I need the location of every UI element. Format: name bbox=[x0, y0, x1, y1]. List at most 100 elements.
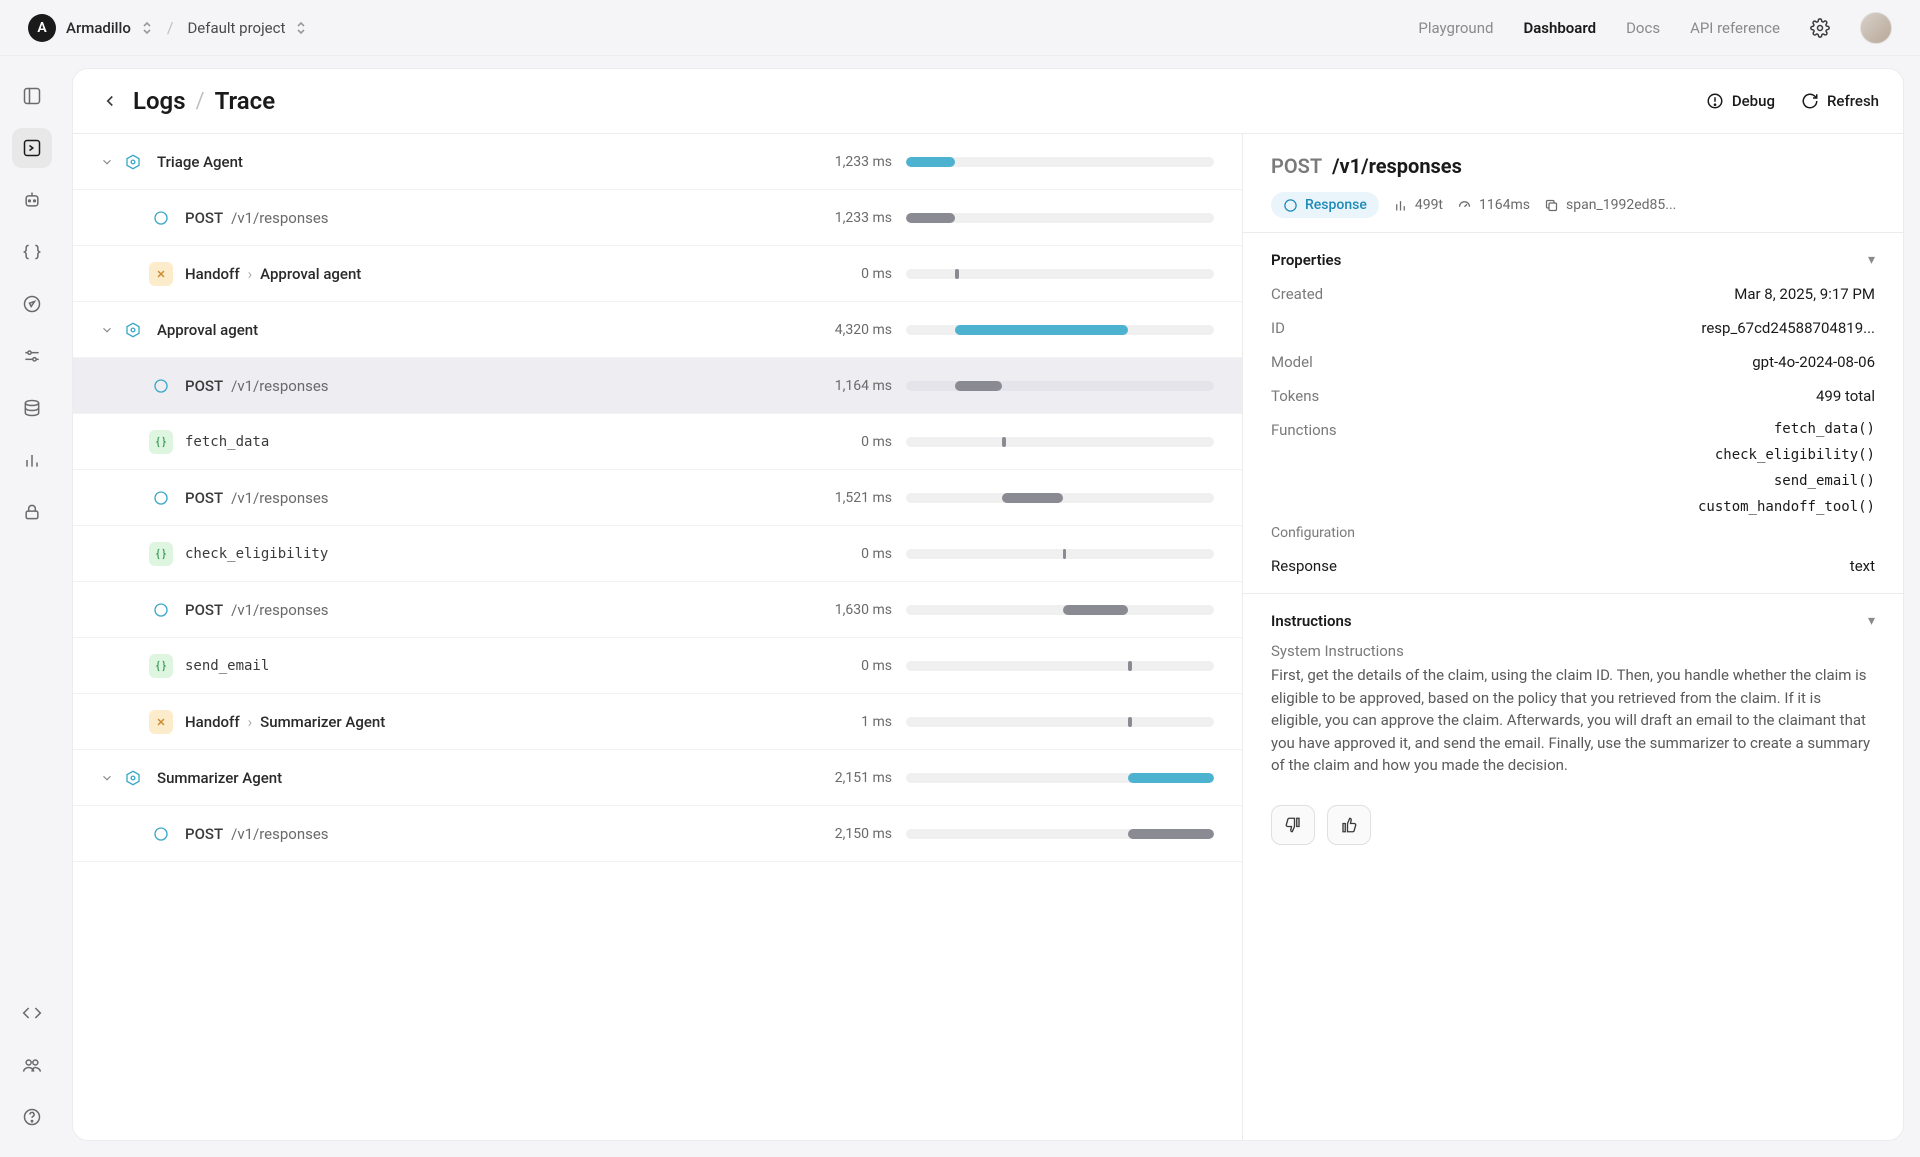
timeline-bar bbox=[906, 325, 1214, 335]
chevron-down-icon[interactable] bbox=[93, 155, 121, 169]
span-row[interactable]: POST/v1/responses1,164 ms bbox=[73, 358, 1242, 414]
function-item: check_eligibility() bbox=[1715, 447, 1875, 463]
fn-icon bbox=[149, 430, 173, 454]
timeline-bar bbox=[906, 605, 1214, 615]
post-icon bbox=[149, 598, 173, 622]
nav-dashboard[interactable]: Dashboard bbox=[1523, 19, 1596, 37]
trace-timeline: Triage Agent1,233 msPOST/v1/responses1,2… bbox=[73, 134, 1243, 1140]
sidebar-item-explore[interactable] bbox=[12, 284, 52, 324]
properties-title: Properties bbox=[1271, 251, 1341, 269]
timeline-bar bbox=[906, 437, 1214, 447]
span-duration: 0 ms bbox=[812, 658, 892, 674]
refresh-button[interactable]: Refresh bbox=[1801, 92, 1879, 110]
sidebar-item-usage[interactable] bbox=[12, 440, 52, 480]
post-icon bbox=[149, 486, 173, 510]
settings-icon[interactable] bbox=[1810, 18, 1830, 38]
agent-icon bbox=[121, 318, 145, 342]
span-label: fetch_data bbox=[185, 434, 812, 450]
span-row[interactable]: Approval agent4,320 ms bbox=[73, 302, 1242, 358]
user-avatar[interactable] bbox=[1860, 12, 1892, 44]
span-row[interactable]: Handoff›Approval agent0 ms bbox=[73, 246, 1242, 302]
system-instructions-label: System Instructions bbox=[1271, 642, 1875, 660]
project-name: Default project bbox=[187, 19, 285, 37]
properties-section-toggle[interactable]: Properties ▾ bbox=[1271, 251, 1875, 269]
span-duration: 1 ms bbox=[812, 714, 892, 730]
span-label: Handoff›Approval agent bbox=[185, 265, 812, 283]
span-id-chip[interactable]: span_1992ed85... bbox=[1544, 197, 1676, 213]
nav-api-reference[interactable]: API reference bbox=[1690, 19, 1780, 37]
timeline-bar bbox=[906, 157, 1214, 167]
debug-button[interactable]: Debug bbox=[1706, 92, 1775, 110]
span-row[interactable]: send_email0 ms bbox=[73, 638, 1242, 694]
detail-path: /v1/responses bbox=[1332, 154, 1462, 178]
select-icon bbox=[295, 20, 307, 36]
breadcrumb-separator: / bbox=[196, 89, 205, 114]
sidebar-item-json[interactable] bbox=[12, 232, 52, 272]
timeline-bar bbox=[906, 381, 1214, 391]
span-row[interactable]: Handoff›Summarizer Agent1 ms bbox=[73, 694, 1242, 750]
span-label: Summarizer Agent bbox=[157, 769, 812, 787]
span-duration: 1,164 ms bbox=[812, 378, 892, 394]
span-label: Handoff›Summarizer Agent bbox=[185, 713, 812, 731]
chevron-down-icon[interactable] bbox=[93, 323, 121, 337]
project-switcher[interactable]: Default project bbox=[187, 19, 307, 37]
debug-label: Debug bbox=[1732, 92, 1775, 110]
span-duration: 0 ms bbox=[812, 434, 892, 450]
sidebar-item-assistants[interactable] bbox=[12, 180, 52, 220]
sidebar-item-traces[interactable] bbox=[12, 128, 52, 168]
select-icon bbox=[141, 20, 153, 36]
breadcrumb-separator: / bbox=[167, 18, 174, 37]
instructions-section-toggle[interactable]: Instructions ▾ bbox=[1271, 612, 1875, 630]
span-duration: 1,233 ms bbox=[812, 154, 892, 170]
timeline-bar bbox=[906, 829, 1214, 839]
span-row[interactable]: Triage Agent1,233 ms bbox=[73, 134, 1242, 190]
chevron-down-icon: ▾ bbox=[1868, 613, 1875, 629]
detail-panel: POST /v1/responses Response 499t bbox=[1243, 134, 1903, 1140]
post-icon bbox=[149, 822, 173, 846]
sidebar-item-storage[interactable] bbox=[12, 388, 52, 428]
span-row[interactable]: POST/v1/responses1,630 ms bbox=[73, 582, 1242, 638]
nav-playground[interactable]: Playground bbox=[1418, 19, 1493, 37]
span-row[interactable]: POST/v1/responses2,150 ms bbox=[73, 806, 1242, 862]
configuration-label: Configuration bbox=[1271, 525, 1875, 541]
function-item: send_email() bbox=[1774, 473, 1875, 489]
span-row[interactable]: Summarizer Agent2,151 ms bbox=[73, 750, 1242, 806]
timeline-bar bbox=[906, 269, 1214, 279]
sidebar-item-panel[interactable] bbox=[12, 76, 52, 116]
post-icon bbox=[149, 206, 173, 230]
span-label: POST/v1/responses bbox=[185, 825, 812, 843]
sidebar-item-tune[interactable] bbox=[12, 336, 52, 376]
span-duration: 1,630 ms bbox=[812, 602, 892, 618]
thumbs-up-button[interactable] bbox=[1327, 805, 1371, 845]
post-icon bbox=[149, 374, 173, 398]
topbar: A Armadillo / Default project Playground… bbox=[0, 0, 1920, 56]
sidebar-item-code[interactable] bbox=[12, 993, 52, 1033]
sidebar-item-team[interactable] bbox=[12, 1045, 52, 1085]
thumbs-down-button[interactable] bbox=[1271, 805, 1315, 845]
response-chip-label: Response bbox=[1305, 197, 1367, 213]
back-button[interactable] bbox=[97, 88, 123, 114]
span-row[interactable]: check_eligibility0 ms bbox=[73, 526, 1242, 582]
span-duration: 0 ms bbox=[812, 266, 892, 282]
main-panel: Logs / Trace Debug Refresh Triage Ag bbox=[72, 68, 1904, 1141]
sidebar-item-security[interactable] bbox=[12, 492, 52, 532]
org-avatar: A bbox=[28, 14, 56, 42]
org-switcher[interactable]: A Armadillo bbox=[28, 14, 153, 42]
breadcrumb-logs[interactable]: Logs bbox=[133, 87, 186, 115]
response-chip[interactable]: Response bbox=[1271, 192, 1379, 218]
org-name: Armadillo bbox=[66, 19, 131, 37]
span-label: POST/v1/responses bbox=[185, 377, 812, 395]
span-row[interactable]: POST/v1/responses1,521 ms bbox=[73, 470, 1242, 526]
chevron-down-icon[interactable] bbox=[93, 771, 121, 785]
span-label: send_email bbox=[185, 658, 812, 674]
agent-icon bbox=[121, 766, 145, 790]
span-label: Approval agent bbox=[157, 321, 812, 339]
sidebar-item-help[interactable] bbox=[12, 1097, 52, 1137]
span-row[interactable]: fetch_data0 ms bbox=[73, 414, 1242, 470]
nav-docs[interactable]: Docs bbox=[1626, 19, 1660, 37]
tokens-chip: 499t bbox=[1393, 197, 1443, 213]
span-duration: 1,521 ms bbox=[812, 490, 892, 506]
handoff-icon bbox=[149, 710, 173, 734]
timeline-bar bbox=[906, 773, 1214, 783]
span-row[interactable]: POST/v1/responses1,233 ms bbox=[73, 190, 1242, 246]
